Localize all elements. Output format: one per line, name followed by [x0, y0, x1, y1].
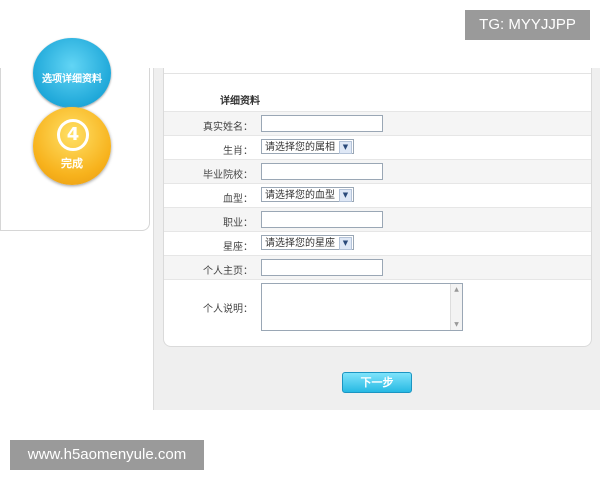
form-row-school: 毕业院校： [164, 159, 591, 184]
divider [164, 73, 591, 74]
scroll-up-icon[interactable]: ▲ [452, 285, 461, 294]
form-row-real-name: 真实姓名： [164, 111, 591, 136]
school-label: 毕业院校： [203, 170, 253, 181]
blood-type-select-value: 请选择您的血型 [265, 190, 335, 201]
zodiac-select-value: 请选择您的属相 [265, 142, 335, 153]
form-row-zodiac: 生肖： 请选择您的属相 ▼ [164, 135, 591, 160]
zodiac-select[interactable]: 请选择您的属相 ▼ [261, 139, 354, 154]
scroll-down-icon[interactable]: ▼ [452, 320, 461, 329]
watermark-top: TG: MYYJJPP [465, 10, 590, 40]
step-4-label: 完成 [61, 157, 83, 170]
bio-textarea[interactable]: ▲ ▼ [261, 283, 463, 331]
form-row-star-sign: 星座： 请选择您的星座 ▼ [164, 231, 591, 256]
step-4-number: 4 [57, 119, 89, 151]
form-row-homepage: 个人主页： [164, 255, 591, 280]
step-4-badge: 4 完成 [33, 107, 111, 185]
homepage-input[interactable] [261, 259, 383, 276]
form-row-bio: 个人说明： ▲ ▼ [164, 279, 591, 334]
step-3-badge: 选项详细资料 [33, 38, 111, 108]
chevron-down-icon[interactable]: ▼ [339, 189, 352, 202]
real-name-label: 真实姓名： [203, 122, 253, 133]
form-row-occupation: 职业： [164, 207, 591, 232]
school-input[interactable] [261, 163, 383, 180]
occupation-input[interactable] [261, 211, 383, 228]
watermark-bottom: www.h5aomenyule.com [10, 440, 204, 470]
blood-type-select[interactable]: 请选择您的血型 ▼ [261, 187, 354, 202]
zodiac-label: 生肖： [223, 146, 253, 157]
homepage-label: 个人主页： [203, 266, 253, 277]
chevron-down-icon[interactable]: ▼ [339, 237, 352, 250]
scrollbar[interactable]: ▲ ▼ [450, 284, 462, 330]
bio-label: 个人说明： [203, 304, 253, 315]
step-panel: 选项详细资料 4 完成 [0, 38, 150, 231]
next-button[interactable]: 下一步 [342, 372, 412, 393]
section-title: 详细资料 [220, 96, 260, 107]
star-sign-select-value: 请选择您的星座 [265, 238, 335, 249]
real-name-input[interactable] [261, 115, 383, 132]
form-row-blood-type: 血型： 请选择您的血型 ▼ [164, 183, 591, 208]
star-sign-select[interactable]: 请选择您的星座 ▼ [261, 235, 354, 250]
occupation-label: 职业： [223, 218, 253, 229]
blood-type-label: 血型： [223, 194, 253, 205]
step-3-label: 选项详细资料 [42, 74, 102, 85]
details-form: 详细资料 真实姓名： 生肖： 请选择您的属相 ▼ 毕业院校： 血型： 请选择您的… [163, 68, 592, 347]
chevron-down-icon[interactable]: ▼ [339, 141, 352, 154]
star-sign-label: 星座： [223, 242, 253, 253]
